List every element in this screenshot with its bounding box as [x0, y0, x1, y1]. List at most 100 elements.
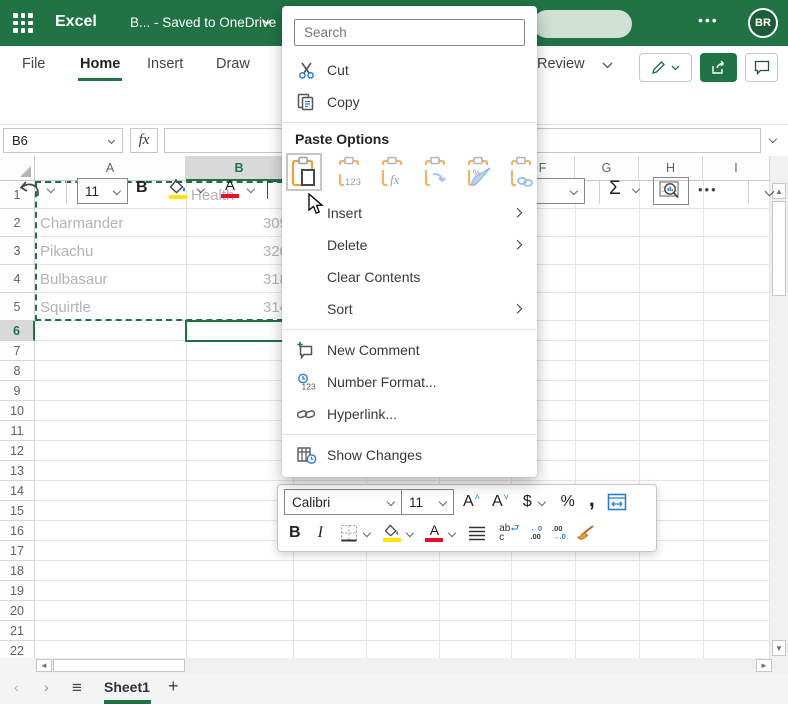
paste-formatting-icon[interactable]: %	[460, 153, 496, 191]
title-chevron-down-icon[interactable]	[262, 19, 272, 26]
select-all-corner[interactable]	[0, 156, 35, 181]
paste-icon[interactable]	[286, 153, 322, 191]
font-size-select[interactable]: 11	[77, 178, 128, 204]
borders-icon-partial[interactable]	[267, 181, 277, 199]
previous-sheet-chevron-icon[interactable]: ‹	[14, 679, 19, 695]
paste-formulas-icon[interactable]: fx	[374, 153, 410, 191]
sheet-tab-sheet1[interactable]: Sheet1	[104, 679, 150, 695]
analyze-data-button[interactable]	[653, 177, 689, 205]
row-header-22[interactable]: 22	[0, 641, 35, 658]
scroll-left-button[interactable]: ◄	[36, 659, 52, 672]
mini-format-painter-button[interactable]	[576, 524, 596, 542]
mini-font-color-button[interactable]: A	[425, 523, 444, 542]
paste-link-icon[interactable]	[503, 153, 539, 191]
currency-format-button[interactable]: $	[523, 493, 532, 511]
row-header-21[interactable]: 21	[0, 621, 35, 641]
row-header-18[interactable]: 18	[0, 561, 35, 581]
share-button[interactable]	[700, 53, 737, 82]
row-header-8[interactable]: 8	[0, 361, 35, 381]
mini-borders-chevron-down-icon[interactable]	[362, 528, 371, 538]
avatar[interactable]: BR	[748, 8, 778, 38]
row-header-11[interactable]: 11	[0, 421, 35, 441]
menu-item-new-comment[interactable]: New Comment	[282, 334, 537, 366]
percent-format-button[interactable]: %	[561, 493, 575, 511]
paste-transpose-icon[interactable]	[417, 153, 453, 191]
menu-item-show-changes[interactable]: Show Changes	[282, 439, 537, 471]
comma-format-button[interactable]: ,	[589, 486, 595, 512]
review-tab-chevron-down-icon[interactable]	[602, 62, 613, 69]
menu-item-copy[interactable]: Copy	[282, 86, 537, 118]
vertical-scroll-thumb[interactable]	[772, 201, 786, 296]
currency-chevron-down-icon[interactable]	[537, 497, 546, 507]
row-header-2[interactable]: 2	[0, 209, 35, 237]
tab-home[interactable]: Home	[77, 56, 123, 81]
tab-file[interactable]: File	[22, 56, 45, 72]
row-header-15[interactable]: 15	[0, 501, 35, 521]
row-header-10[interactable]: 10	[0, 401, 35, 421]
row-header-17[interactable]: 17	[0, 541, 35, 561]
menu-item-clear-contents[interactable]: Clear Contents	[282, 261, 537, 293]
all-sheets-menu-icon[interactable]: ≡	[72, 678, 82, 698]
paste-values-icon[interactable]: 123	[331, 153, 367, 191]
row-header-7[interactable]: 7	[0, 341, 35, 361]
col-header-I[interactable]: I	[703, 156, 770, 181]
mini-fill-color-chevron-down-icon[interactable]	[405, 528, 414, 538]
insert-function-button[interactable]: fx	[130, 128, 158, 153]
mini-fill-color-button[interactable]	[382, 524, 401, 542]
menu-item-hyperlink[interactable]: Hyperlink...	[282, 398, 537, 430]
undo-icon[interactable]	[18, 180, 42, 200]
row-header-16[interactable]: 16	[0, 521, 35, 541]
bold-button[interactable]: B	[136, 179, 148, 197]
next-sheet-chevron-icon[interactable]: ›	[44, 679, 49, 695]
row-header-13[interactable]: 13	[0, 461, 35, 481]
scroll-right-button[interactable]: ►	[756, 659, 772, 672]
editing-mode-button[interactable]	[639, 53, 692, 82]
titlebar-more-options-icon[interactable]: •••	[698, 12, 719, 28]
row-header-19[interactable]: 19	[0, 581, 35, 601]
app-launcher-waffle-icon[interactable]	[13, 13, 33, 33]
autosum-button[interactable]: Σ	[609, 178, 621, 200]
row-header-12[interactable]: 12	[0, 441, 35, 461]
menu-item-sort[interactable]: Sort	[282, 293, 537, 325]
row-header-3[interactable]: 3	[0, 237, 35, 265]
add-sheet-button[interactable]: +	[168, 676, 179, 697]
formula-bar-expand-chevron-icon[interactable]	[768, 134, 777, 143]
menu-item-cut[interactable]: Cut	[282, 54, 537, 86]
mini-bold-button[interactable]: B	[289, 524, 301, 542]
mini-borders-button[interactable]	[340, 524, 358, 542]
mini-increase-decimal-button[interactable]: .00 →.0	[552, 525, 566, 541]
horizontal-scrollbar[interactable]: ◄ ►	[0, 658, 788, 673]
row-header-4[interactable]: 4	[0, 265, 35, 293]
increase-font-size-button[interactable]: A ˄	[463, 492, 480, 511]
row-header-5[interactable]: 5	[0, 293, 35, 321]
autofit-button[interactable]	[607, 493, 627, 511]
row-header-20[interactable]: 20	[0, 601, 35, 621]
context-menu-search-input[interactable]	[294, 19, 525, 46]
tab-review[interactable]: Review	[537, 56, 585, 72]
decrease-font-size-button[interactable]: A ˅	[492, 492, 509, 511]
mini-wrap-text-button[interactable]: ab⮐ c	[499, 524, 519, 543]
mini-italic-button[interactable]: I	[318, 524, 323, 542]
menu-item-delete[interactable]: Delete	[282, 229, 537, 261]
name-box[interactable]: B6	[3, 128, 123, 153]
mini-decrease-decimal-button[interactable]: ←0 .00	[530, 525, 542, 541]
fill-color-button[interactable]	[167, 179, 189, 199]
mini-align-button[interactable]	[468, 525, 486, 541]
tab-insert[interactable]: Insert	[147, 56, 183, 72]
font-color-button[interactable]: A	[219, 178, 241, 198]
menu-item-number-format[interactable]: 123 Number Format...	[282, 366, 537, 398]
row-header-9[interactable]: 9	[0, 381, 35, 401]
toolbar-more-options-icon[interactable]: •••	[698, 182, 718, 197]
mini-font-name-select[interactable]: Calibri	[284, 489, 402, 515]
vertical-scrollbar[interactable]: ▲ ▼	[770, 156, 788, 658]
document-title[interactable]: B... - Saved to OneDrive	[130, 15, 276, 30]
horizontal-scroll-thumb[interactable]	[53, 659, 185, 672]
row-header-6[interactable]: 6	[0, 321, 35, 341]
comments-button[interactable]	[745, 53, 778, 82]
tab-draw[interactable]: Draw	[216, 56, 250, 72]
row-header-14[interactable]: 14	[0, 481, 35, 501]
mini-font-color-chevron-down-icon[interactable]	[448, 528, 457, 538]
titlebar-search-box[interactable]	[533, 10, 632, 38]
mini-font-size-select[interactable]: 11	[401, 489, 454, 515]
scroll-down-button[interactable]: ▼	[772, 640, 786, 656]
